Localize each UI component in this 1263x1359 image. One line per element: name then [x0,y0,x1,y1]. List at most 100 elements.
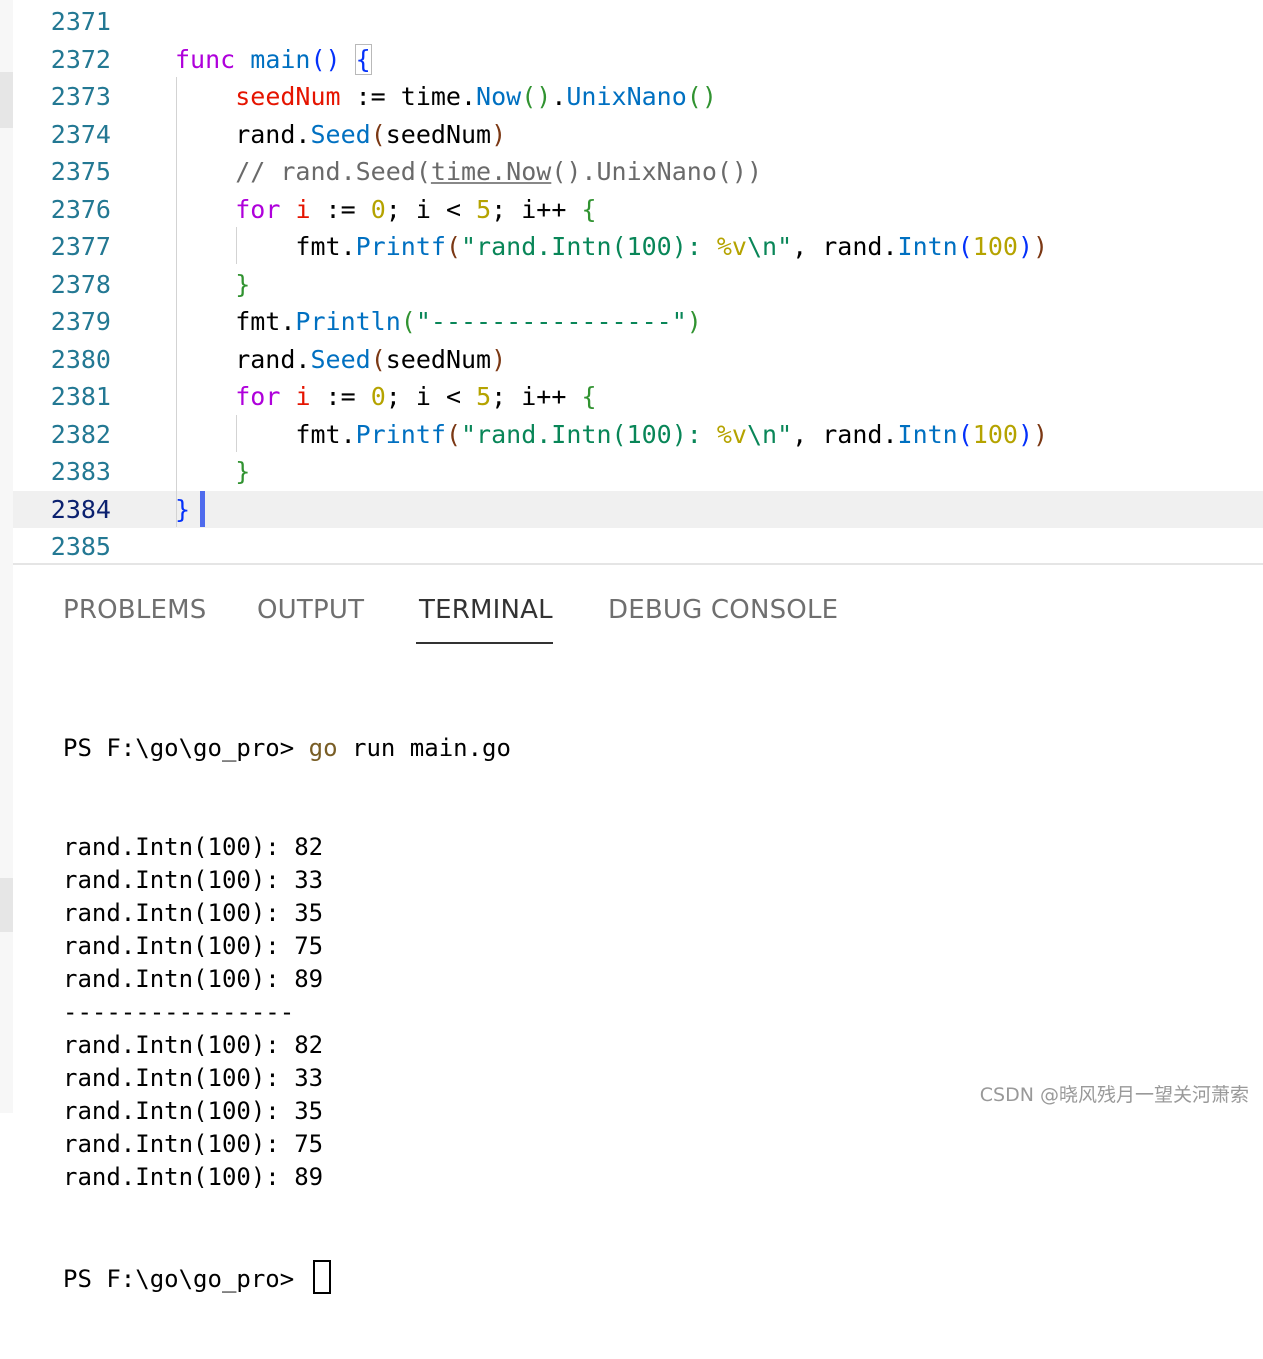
line-number: 2383 [50,457,111,486]
tab-terminal[interactable]: TERMINAL [419,595,553,625]
code-text: } [175,266,250,303]
code-token: \n [746,232,778,261]
terminal-line: rand.Intn(100): 82 [63,833,324,861]
code-token: () [310,45,341,74]
terminal-line: rand.Intn(100): 82 [63,1031,324,1059]
code-token: seedNum [235,82,341,111]
terminal-line: rand.Intn(100): 33 [63,866,324,894]
code-line[interactable]: 2380 rand.Seed(seedNum) [13,341,1263,378]
tab-output[interactable]: OUTPUT [257,595,364,625]
code-token: 0 [370,195,386,224]
code-line[interactable]: 2377 fmt.Printf("rand.Intn(100): %v\n", … [13,228,1263,265]
code-token: . [551,82,567,111]
panel-tabs: PROBLEMS OUTPUT TERMINAL DEBUG CONSOLE [13,565,1263,645]
code-token: Now [476,82,522,111]
code-text: rand.Seed(seedNum) [175,341,506,378]
code-token: rand. [175,345,311,374]
code-line[interactable]: 2375 // rand.Seed(time.Now().UnixNano()) [13,153,1263,190]
code-token: ) [1017,420,1034,449]
code-line[interactable]: 2385 [13,528,1263,565]
code-line[interactable]: 2378 } [13,266,1263,303]
code-token: , rand. [792,232,898,261]
code-token: := [310,195,371,224]
code-token: for [235,195,281,224]
scroll-marker [0,72,13,128]
code-token: := [310,382,371,411]
code-line[interactable]: 2371 [13,3,1263,40]
code-line[interactable]: 2373 seedNum := time.Now().UnixNano() [13,78,1263,115]
code-line[interactable]: 2383 } [13,453,1263,490]
watermark: CSDN @晓风残月一望关河萧索 [979,1084,1249,1106]
code-token: () [686,82,717,111]
tab-problems[interactable]: PROBLEMS [63,595,207,625]
code-text: fmt.Println("----------------") [175,303,702,340]
code-token: Intn [897,420,958,449]
code-line[interactable]: 2374 rand.Seed(seedNum) [13,116,1263,153]
code-text: rand.Seed(seedNum) [175,116,506,153]
code-token: 100 [972,232,1018,261]
line-number: 2371 [50,7,111,36]
terminal-output[interactable]: PS F:\go\go_pro> go run main.go rand.Int… [63,666,511,1359]
terminal-command-go: go [308,734,338,762]
code-token: time.Now [430,157,552,186]
code-line[interactable]: 2376 for i := 0; i < 5; i++ { [13,191,1263,228]
code-token: i [295,195,311,224]
code-token: %v [716,232,747,261]
code-text: func main() { [175,41,372,78]
code-token: } [235,270,251,299]
code-line[interactable]: 2382 fmt.Printf("rand.Intn(100): %v\n", … [13,416,1263,453]
code-line[interactable]: 2381 for i := 0; i < 5; i++ { [13,378,1263,415]
line-number: 2376 [50,195,111,224]
scroll-marker [0,878,13,932]
terminal-line: rand.Intn(100): 89 [63,965,324,993]
code-token: () [521,82,552,111]
code-token: 5 [476,195,492,224]
code-token: %v [716,420,747,449]
indent-guide [176,77,177,527]
code-token: ( [957,232,973,261]
code-token: fmt. [175,232,356,261]
code-line[interactable]: 2372 func main() { [13,41,1263,78]
code-token: ( [370,345,386,374]
line-number: 2385 [50,532,111,561]
code-token: := time. [340,82,477,111]
code-token: fmt. [175,420,356,449]
line-number: 2384 [50,495,111,524]
terminal-line: rand.Intn(100): 35 [63,1097,324,1125]
terminal-command-args: run main.go [337,734,511,762]
code-token: seedNum [385,120,492,149]
code-token: 5 [476,382,492,411]
terminal-line: rand.Intn(100): 75 [63,932,324,960]
code-token: Seed [310,120,371,149]
code-token: " [777,420,793,449]
code-token: { [581,382,597,411]
code-token: UnixNano [566,82,687,111]
code-token: func [175,45,236,74]
code-token: ) [1017,232,1034,261]
active-tab-indicator [416,642,553,644]
code-token: , rand. [792,420,898,449]
tab-debug-console[interactable]: DEBUG CONSOLE [608,595,838,625]
code-token: ( [445,232,461,261]
indent-guide [236,227,237,264]
code-token: ) [1033,232,1049,261]
line-number: 2374 [50,120,111,149]
line-number: 2378 [50,270,111,299]
code-text: fmt.Printf("rand.Intn(100): %v\n", rand.… [175,228,1048,265]
terminal-command-line: PS F:\go\go_pro> go run main.go [63,732,511,765]
terminal-cursor [312,1260,331,1294]
text-caret [200,491,205,527]
code-token: Intn [897,232,958,261]
terminal-prompt-line: PS F:\go\go_pro> [63,1260,511,1294]
code-token: ) [491,120,507,149]
code-text: fmt.Printf("rand.Intn(100): %v\n", rand.… [175,416,1048,453]
code-editor[interactable]: 2385 2384} 2383 } 2382 fmt.Printf("rand.Int… [13,0,1263,563]
code-token: } [235,457,251,486]
line-number: 2380 [50,345,111,374]
code-token: " [777,232,793,261]
code-line[interactable]: 2379 fmt.Println("----------------") [13,303,1263,340]
